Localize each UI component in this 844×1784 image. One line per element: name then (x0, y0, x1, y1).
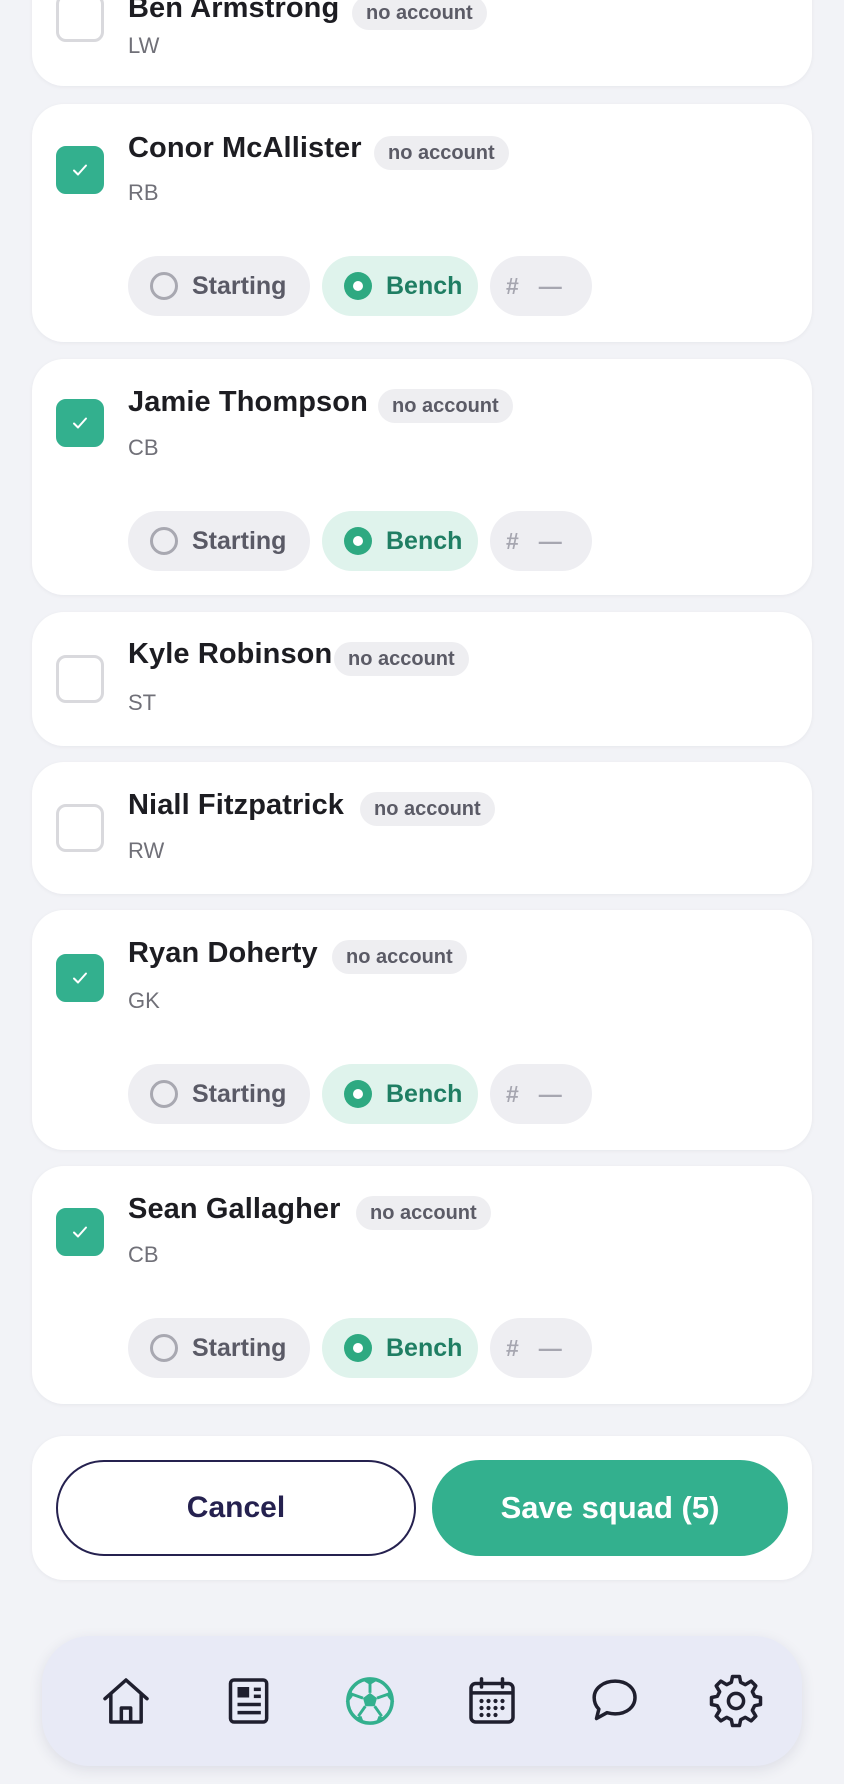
no-account-badge: no account (356, 1196, 491, 1230)
shirt-number-field[interactable]: # — (490, 256, 592, 316)
player-name: Sean Gallagher (128, 1193, 341, 1225)
shirt-number-field[interactable]: # — (490, 511, 592, 571)
bottom-nav (42, 1636, 802, 1766)
player-checkbox[interactable] (56, 1208, 104, 1256)
no-account-badge: no account (352, 0, 487, 30)
hash-symbol: # (506, 272, 519, 299)
player-checkbox[interactable] (56, 954, 104, 1002)
bench-label: Bench (386, 526, 463, 555)
cancel-button[interactable]: Cancel (56, 1460, 416, 1556)
radio-selected-icon (344, 1080, 372, 1108)
starting-label: Starting (192, 1333, 287, 1362)
bench-option[interactable]: Bench (322, 256, 478, 316)
bench-label: Bench (386, 1333, 463, 1362)
player-position: GK (128, 988, 160, 1013)
player-position: RW (128, 838, 165, 863)
hash-symbol: # (506, 1334, 519, 1361)
radio-unselected-icon (150, 1080, 178, 1108)
nav-squad[interactable] (340, 1671, 400, 1731)
gear-icon (709, 1674, 763, 1728)
radio-unselected-icon (150, 1334, 178, 1362)
bench-label: Bench (386, 271, 463, 300)
no-account-badge: no account (360, 792, 495, 826)
player-card[interactable]: Sean Gallagher no account CB Starting Be… (32, 1166, 812, 1404)
player-card[interactable]: Kyle Robinson no account ST (32, 612, 812, 746)
news-icon (228, 1678, 269, 1724)
nav-settings[interactable] (706, 1671, 766, 1731)
radio-selected-icon (344, 272, 372, 300)
player-name: Conor McAllister (128, 132, 362, 164)
save-squad-button[interactable]: Save squad (5) (432, 1460, 788, 1556)
player-card[interactable]: Ben Armstrong no account LW (32, 0, 812, 86)
player-name: Niall Fitzpatrick (128, 789, 345, 821)
shirt-number-value: — (538, 1334, 562, 1361)
player-card[interactable]: Niall Fitzpatrick no account RW (32, 762, 812, 894)
no-account-badge: no account (332, 940, 467, 974)
check-icon (73, 972, 87, 984)
player-position: ST (128, 690, 157, 715)
bench-option[interactable]: Bench (322, 511, 478, 571)
shirt-number-value: — (538, 527, 562, 554)
player-name: Kyle Robinson (128, 638, 333, 670)
player-checkbox[interactable] (56, 0, 104, 42)
hash-symbol: # (506, 527, 519, 554)
bench-option[interactable]: Bench (322, 1318, 478, 1378)
action-bar: Cancel Save squad (5) (32, 1436, 812, 1580)
starting-option[interactable]: Starting (128, 256, 310, 316)
nav-chat[interactable] (584, 1671, 644, 1731)
player-name: Ryan Doherty (128, 937, 318, 969)
shirt-number-field[interactable]: # — (490, 1064, 592, 1124)
player-name: Jamie Thompson (128, 386, 368, 418)
radio-selected-icon (344, 1334, 372, 1362)
player-checkbox[interactable] (56, 399, 104, 447)
nav-home[interactable] (96, 1671, 156, 1731)
starting-label: Starting (192, 271, 287, 300)
nav-news[interactable] (218, 1671, 278, 1731)
nav-calendar[interactable] (462, 1671, 522, 1731)
player-position: RB (128, 180, 159, 205)
player-position: LW (128, 33, 160, 58)
football-icon (345, 1677, 395, 1725)
player-card[interactable]: Jamie Thompson no account CB Starting Be… (32, 359, 812, 595)
player-position: CB (128, 435, 159, 460)
chat-icon (592, 1679, 637, 1721)
check-icon (73, 164, 87, 176)
player-checkbox[interactable] (56, 655, 104, 703)
player-checkbox[interactable] (56, 146, 104, 194)
starting-label: Starting (192, 526, 287, 555)
bench-label: Bench (386, 1079, 463, 1108)
bench-option[interactable]: Bench (322, 1064, 478, 1124)
radio-unselected-icon (150, 527, 178, 555)
starting-option[interactable]: Starting (128, 1318, 310, 1378)
radio-unselected-icon (150, 272, 178, 300)
player-card[interactable]: Ryan Doherty no account GK Starting Benc… (32, 910, 812, 1150)
radio-selected-icon (344, 527, 372, 555)
shirt-number-value: — (538, 1080, 562, 1107)
player-card[interactable]: Conor McAllister no account RB Starting … (32, 104, 812, 342)
no-account-badge: no account (334, 642, 469, 676)
shirt-number-field[interactable]: # — (490, 1318, 592, 1378)
home-icon (103, 1678, 149, 1724)
hash-symbol: # (506, 1080, 519, 1107)
no-account-badge: no account (374, 136, 509, 170)
starting-option[interactable]: Starting (128, 1064, 310, 1124)
shirt-number-value: — (538, 272, 562, 299)
no-account-badge: no account (378, 389, 513, 423)
starting-option[interactable]: Starting (128, 511, 310, 571)
calendar-icon (469, 1677, 515, 1724)
player-checkbox[interactable] (56, 804, 104, 852)
starting-label: Starting (192, 1079, 287, 1108)
check-icon (73, 417, 87, 429)
check-icon (73, 1226, 87, 1238)
player-position: CB (128, 1242, 159, 1267)
player-name: Ben Armstrong (128, 0, 340, 24)
